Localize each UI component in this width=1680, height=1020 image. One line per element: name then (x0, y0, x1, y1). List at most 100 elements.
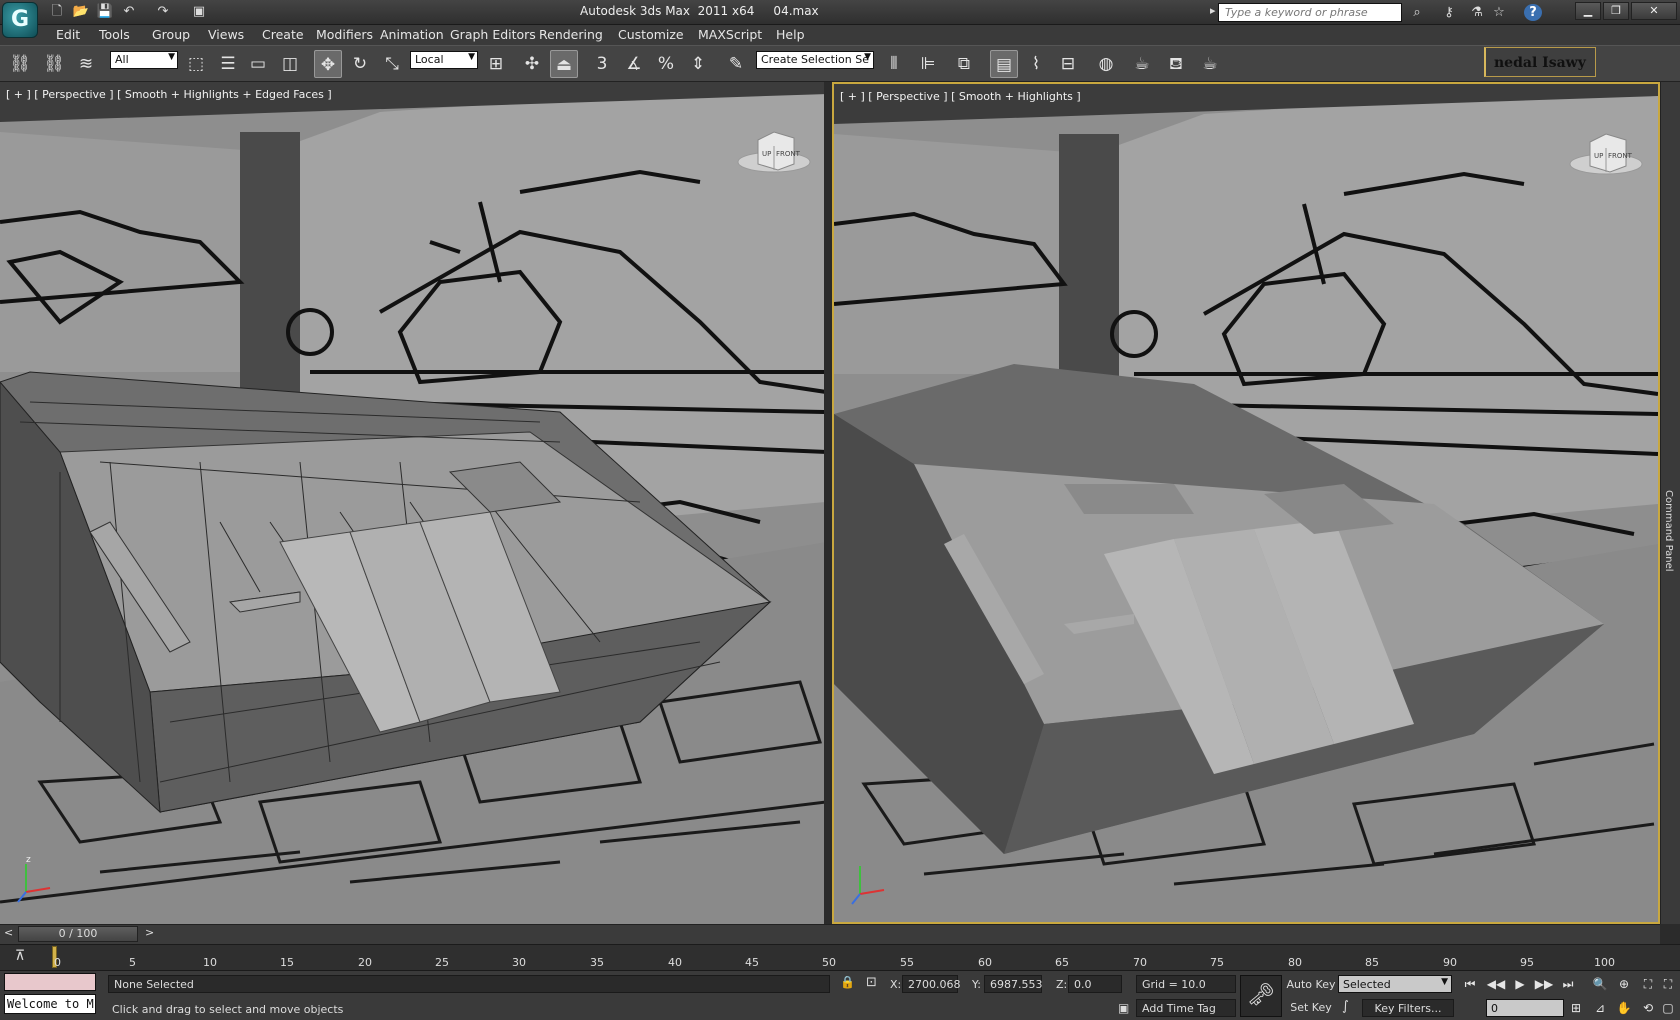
selection-filter-dropdown[interactable]: All ▼ (110, 51, 178, 69)
percent-snap-icon[interactable]: % (652, 50, 680, 78)
next-frame-icon[interactable]: > (145, 926, 154, 939)
reference-coordinate-dropdown[interactable]: Local ▼ (410, 51, 478, 69)
select-and-rotate-icon[interactable]: ↻ (346, 50, 374, 78)
time-tag-icon[interactable]: ▣ (1118, 1001, 1129, 1015)
viewcube-left[interactable]: UP FRONT (736, 122, 812, 182)
zoom-extents-all-icon[interactable]: ⛶ (1658, 975, 1678, 993)
time-slider-thumb[interactable]: 0 / 100 (18, 926, 138, 942)
select-manipulate-icon[interactable]: ✣ (518, 50, 546, 78)
viewcube-right[interactable]: UP FRONT (1568, 124, 1644, 184)
app-logo-button[interactable]: G (2, 2, 38, 38)
help-icon[interactable]: ? (1524, 4, 1542, 21)
previous-frame-playback-icon[interactable]: ◀◀ (1486, 975, 1506, 993)
search-input[interactable]: Type a keyword or phrase (1218, 3, 1402, 22)
menu-graph-editors[interactable]: Graph Editors (450, 27, 536, 42)
bind-to-space-warp-icon[interactable]: ≋ (72, 50, 100, 78)
angle-snap-icon[interactable]: ∡ (620, 50, 648, 78)
render-production-icon[interactable]: ☕ (1196, 50, 1224, 78)
menu-help[interactable]: Help (776, 27, 805, 42)
unlink-selection-icon[interactable]: ⛓ (40, 50, 68, 78)
zoom-all-icon[interactable]: ⊕ (1614, 975, 1634, 993)
menu-maxscript[interactable]: MAXScript (698, 27, 762, 42)
favorites-star-icon[interactable]: ☆ (1490, 4, 1508, 21)
open-mini-curve-editor-icon[interactable]: ⊼ (8, 948, 32, 966)
binoculars-icon[interactable]: ⌕ (1408, 4, 1426, 21)
align-icon[interactable]: ⊫ (914, 50, 942, 78)
maximize-button[interactable]: ❐ (1603, 2, 1629, 20)
menu-create[interactable]: Create (262, 27, 304, 42)
key-filters-button[interactable]: Key Filters... (1362, 999, 1454, 1017)
field-of-view-icon[interactable]: ⊿ (1590, 999, 1610, 1017)
subscription-key-icon[interactable]: ⚷ (1440, 4, 1458, 21)
spinner-snap-icon[interactable]: ⇕ (684, 50, 712, 78)
select-by-name-icon[interactable]: ☰ (214, 50, 242, 78)
menu-animation[interactable]: Animation (380, 27, 444, 42)
play-animation-icon[interactable]: ▶ (1510, 975, 1530, 993)
menu-views[interactable]: Views (208, 27, 244, 42)
zoom-icon[interactable]: 🔍 (1590, 975, 1610, 993)
time-slider-bar[interactable] (0, 924, 1660, 944)
absolute-mode-transform-icon[interactable]: ⊡ (866, 975, 877, 990)
snaps-toggle-icon[interactable]: 3 (588, 50, 616, 78)
render-setup-icon[interactable]: ☕ (1128, 50, 1156, 78)
pan-view-icon[interactable]: ✋ (1614, 999, 1634, 1017)
minimize-button[interactable]: ▁ (1575, 2, 1601, 20)
menu-modifiers[interactable]: Modifiers (316, 27, 373, 42)
material-editor-icon[interactable]: ◍ (1092, 50, 1120, 78)
viewport-perspective-left[interactable]: z [ + ] [ Perspective ] [ Smooth + Highl… (0, 82, 826, 924)
orbit-icon[interactable]: ⟲ (1638, 999, 1658, 1017)
save-file-icon[interactable]: 💾 (96, 4, 114, 20)
selection-lock-icon[interactable]: 🔒 (840, 975, 855, 989)
close-button[interactable]: ✕ (1631, 2, 1677, 20)
viewport-label-right[interactable]: [ + ] [ Perspective ] [ Smooth + Highlig… (840, 90, 1081, 103)
keyboard-shortcut-override-icon[interactable]: ⏏ (550, 50, 578, 78)
project-folder-icon[interactable]: ▣ (190, 4, 208, 20)
current-frame-field[interactable]: 0 (1486, 999, 1564, 1017)
window-crossing-icon[interactable]: ◫ (276, 50, 304, 78)
maximize-viewport-icon[interactable]: ▢ (1658, 999, 1678, 1017)
maxscript-mini-listener-top[interactable] (4, 973, 96, 991)
track-bar[interactable] (0, 944, 1680, 970)
menu-tools[interactable]: Tools (99, 27, 130, 42)
select-object-icon[interactable]: ⬚ (182, 50, 210, 78)
select-and-move-icon[interactable]: ✥ (314, 50, 342, 78)
graphite-ribbon-icon[interactable]: ▤ (990, 50, 1018, 78)
search-expand-icon[interactable]: ▸ (1210, 4, 1216, 17)
time-configuration-icon[interactable]: ⊞ (1566, 999, 1586, 1017)
add-time-tag-button[interactable]: Add Time Tag (1136, 999, 1236, 1017)
rectangular-selection-icon[interactable]: ▭ (244, 50, 272, 78)
x-coordinate-field[interactable]: 2700.068 (902, 975, 961, 993)
default-in-out-tangents-icon[interactable]: ∫ (1342, 999, 1349, 1014)
named-selection-dropdown[interactable]: Create Selection Se ▼ (756, 51, 874, 69)
viewport-perspective-right[interactable]: [ + ] [ Perspective ] [ Smooth + Highlig… (832, 82, 1660, 924)
menu-edit[interactable]: Edit (56, 27, 80, 42)
curve-editor-icon[interactable]: ⌇ (1022, 50, 1050, 78)
next-frame-playback-icon[interactable]: ▶▶ (1534, 975, 1554, 993)
rendered-frame-window-icon[interactable]: ⛾ (1162, 50, 1190, 78)
select-and-link-icon[interactable]: ⛓ (6, 50, 34, 78)
open-file-icon[interactable]: 📂 (72, 4, 90, 20)
schematic-view-icon[interactable]: ⊟ (1054, 50, 1082, 78)
go-to-end-icon[interactable]: ⏭ (1558, 975, 1578, 993)
previous-frame-icon[interactable]: < (4, 926, 13, 939)
new-file-icon[interactable]: 🗋 (48, 4, 66, 20)
set-key-button[interactable]: Set Key (1286, 1001, 1336, 1014)
key-mode-dropdown[interactable]: Selected ▼ (1338, 975, 1452, 993)
pivot-center-icon[interactable]: ⊞ (482, 50, 510, 78)
set-keys-key-icon[interactable]: 🗝 (1240, 975, 1282, 1017)
mirror-icon[interactable]: ⫴ (880, 50, 908, 78)
layer-manager-icon[interactable]: ⧉ (950, 50, 978, 78)
go-to-start-icon[interactable]: ⏮ (1460, 975, 1480, 993)
edit-named-selection-icon[interactable]: ✎ (722, 50, 750, 78)
menu-rendering[interactable]: Rendering (539, 27, 603, 42)
auto-key-button[interactable]: Auto Key (1286, 978, 1336, 991)
maxscript-mini-listener[interactable]: Welcome to M (4, 994, 96, 1014)
viewport-label-left[interactable]: [ + ] [ Perspective ] [ Smooth + Highlig… (6, 88, 332, 101)
zoom-extents-icon[interactable]: ⛶ (1638, 975, 1658, 993)
redo-icon[interactable]: ↷ (154, 4, 172, 20)
z-coordinate-field[interactable]: 0.0 (1068, 975, 1122, 993)
select-and-scale-icon[interactable]: ⤡ (378, 50, 406, 78)
communication-center-icon[interactable]: ⚗ (1468, 4, 1486, 21)
menu-customize[interactable]: Customize (618, 27, 684, 42)
menu-group[interactable]: Group (152, 27, 190, 42)
